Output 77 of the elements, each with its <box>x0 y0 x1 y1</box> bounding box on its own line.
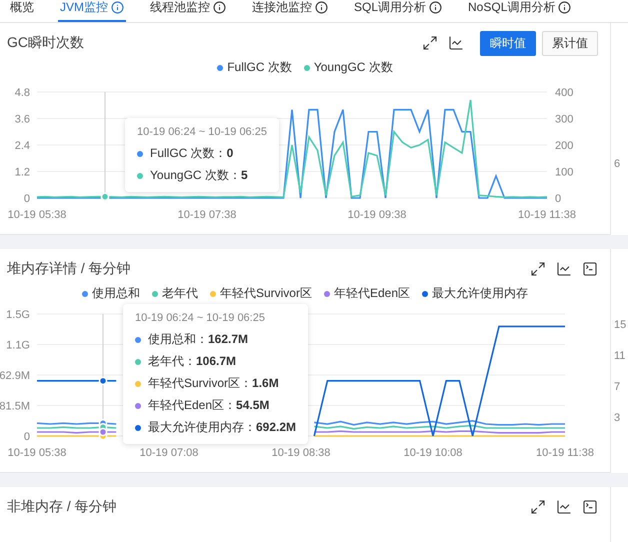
expand-icon[interactable] <box>530 499 546 515</box>
terminal-icon[interactable] <box>582 261 598 277</box>
tooltip-text: 老年代：106.7M <box>148 353 236 370</box>
panel-title: 堆内存详情 / 每分钟 <box>7 260 131 278</box>
axis-label: 3.6 <box>14 114 30 126</box>
axis-label: 100 <box>555 166 574 178</box>
legend-item[interactable]: FullGC 次数 <box>217 59 292 76</box>
tooltip-text: FullGC 次数：0 <box>150 145 234 162</box>
legend-item[interactable]: 年轻代Survivor区 <box>210 285 312 302</box>
tooltip-text: 使用总和：162.7M <box>148 331 248 348</box>
axis-label: 10-19 07:38 <box>178 209 236 221</box>
tab[interactable]: SQL调用分析 <box>352 0 444 22</box>
info-icon <box>111 1 124 14</box>
axis-label: 10-19 08:38 <box>272 447 330 459</box>
series-dot <box>137 172 143 178</box>
line-chart-icon[interactable] <box>448 35 464 51</box>
info-icon <box>213 1 226 14</box>
legend-item[interactable]: 年轻代Eden区 <box>324 285 410 302</box>
axis-label: 7 <box>613 381 622 393</box>
series-dot <box>135 358 141 364</box>
panel-title: GC瞬时次数 <box>7 34 84 52</box>
mode-button[interactable]: 累计值 <box>542 30 598 56</box>
mode-button[interactable]: 瞬时值 <box>480 30 536 56</box>
tooltip-title: 10-19 06:24 ~ 10-19 06:25 <box>137 126 267 138</box>
tab[interactable]: 概览 <box>8 0 36 22</box>
axis-label: 1.5G <box>6 309 30 321</box>
axis-label: 10-19 09:38 <box>348 209 406 221</box>
axis-label: 10-19 05:38 <box>8 447 66 459</box>
axis-label: 62.9M <box>0 370 30 382</box>
series-dot <box>135 424 141 430</box>
info-icon <box>429 1 442 14</box>
legend-item[interactable]: 最大允许使用内存 <box>422 285 528 302</box>
axis-label: 2.4 <box>14 140 30 152</box>
axis-label: 10-19 10:08 <box>404 447 462 459</box>
line-chart-icon[interactable] <box>556 261 572 277</box>
tooltip-title: 10-19 06:24 ~ 10-19 06:25 <box>135 312 266 324</box>
axis-label: 11 <box>613 350 626 362</box>
axis-label: 0 <box>24 431 30 443</box>
axis-label: 15 <box>613 319 628 331</box>
axis-label: 10-19 05:38 <box>8 209 66 221</box>
series-dot <box>135 380 141 386</box>
axis-label: 200 <box>555 140 574 152</box>
legend-item[interactable]: 老年代 <box>152 285 198 302</box>
axis-label: 6 <box>613 158 622 170</box>
tab[interactable]: NoSQL调用分析 <box>466 0 574 22</box>
hover-point <box>98 376 108 386</box>
series-dot <box>135 336 141 342</box>
info-icon <box>315 1 328 14</box>
expand-icon[interactable] <box>422 35 438 51</box>
terminal-icon[interactable] <box>582 499 598 515</box>
series-dot <box>137 150 143 156</box>
series-dot <box>135 402 141 408</box>
panel-title: 非堆内存 / 每分钟 <box>7 498 117 516</box>
tab[interactable]: 连接池监控 <box>250 0 330 22</box>
axis-label: 10-19 07:08 <box>140 447 198 459</box>
axis-label: 3 <box>613 412 622 424</box>
tooltip-text: 年轻代Survivor区：1.6M <box>148 375 279 392</box>
legend-item[interactable]: 使用总和 <box>82 285 140 302</box>
axis-label: 1.1G <box>6 340 30 352</box>
axis-label: 10-19 11:38 <box>536 447 594 459</box>
tooltip-text: 最大允许使用内存：692.2M <box>148 419 296 436</box>
axis-label: 1.2 <box>14 166 30 178</box>
tab[interactable]: 线程池监控 <box>148 0 228 22</box>
line-chart-icon[interactable] <box>556 499 572 515</box>
axis-label: 400 <box>555 87 574 99</box>
expand-icon[interactable] <box>530 261 546 277</box>
axis-label: 0 <box>555 193 562 205</box>
axis-label: 81.5M <box>0 400 30 412</box>
tooltip-text: 年轻代Eden区：54.5M <box>148 397 270 414</box>
axis-label: 0 <box>24 193 30 205</box>
info-icon <box>558 1 572 14</box>
axis-label: 10-19 11:38 <box>518 209 576 221</box>
legend-item[interactable]: YoungGC 次数 <box>304 59 393 76</box>
tooltip-text: YoungGC 次数：5 <box>150 167 248 184</box>
axis-label: 4.8 <box>14 87 30 99</box>
hover-point <box>98 428 108 436</box>
axis-label: 300 <box>555 114 574 126</box>
